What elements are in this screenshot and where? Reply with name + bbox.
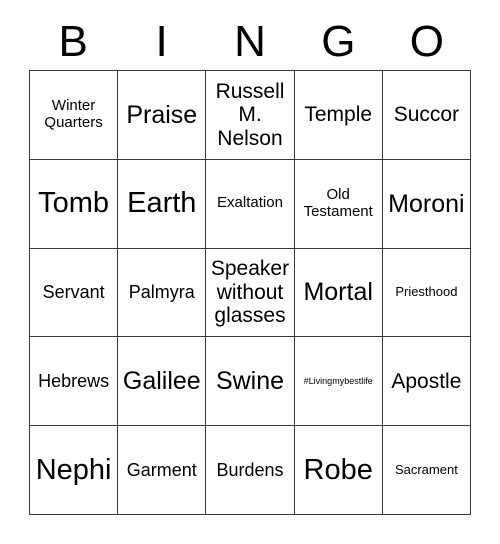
bingo-cell-label: Garment	[126, 460, 197, 481]
bingo-cell[interactable]: Old Testament	[294, 159, 383, 249]
header-letter-o: O	[409, 17, 444, 66]
bingo-cell-label: Apostle	[391, 369, 462, 393]
bingo-cell[interactable]: Earth	[118, 159, 207, 249]
bingo-cell[interactable]: Mortal	[294, 248, 383, 338]
bingo-cell-label: Sacrament	[394, 461, 458, 477]
bingo-grid: Winter Quarters Praise Russell M. Nelson Te…	[29, 70, 471, 515]
bingo-cell-label: Hebrews	[38, 371, 110, 392]
bingo-cell-label: #Livingmybestlife	[303, 376, 373, 387]
header-letter-i: I	[155, 17, 168, 66]
bingo-cell-label: Burdens	[216, 460, 284, 481]
bingo-cell-label: Temple	[304, 103, 373, 127]
bingo-cell-label: Earth	[127, 187, 197, 220]
bingo-cell[interactable]: Exaltation	[206, 159, 295, 249]
bingo-cell[interactable]: Sacrament	[382, 426, 471, 515]
bingo-cell[interactable]: Russell M. Nelson	[206, 71, 295, 160]
bingo-cell[interactable]: Galilee	[118, 337, 207, 427]
bingo-cell[interactable]: Servant	[30, 248, 119, 338]
bingo-cell[interactable]: Succor	[382, 71, 471, 160]
bingo-cell[interactable]: Apostle	[382, 337, 471, 427]
bingo-cell-label: Tomb	[38, 187, 110, 220]
bingo-cell-label: Robe	[303, 453, 373, 486]
bingo-cell-label: Moroni	[388, 189, 465, 218]
bingo-cell-label: Palmyra	[128, 282, 195, 303]
bingo-header-row: B I N G O	[29, 14, 471, 70]
bingo-cell[interactable]: Priesthood	[382, 248, 471, 338]
bingo-cell-label: Galilee	[122, 367, 201, 396]
bingo-cell[interactable]: Nephi	[30, 426, 119, 515]
bingo-cell-label: Succor	[393, 103, 460, 127]
bingo-cell[interactable]: Moroni	[382, 159, 471, 249]
bingo-cell[interactable]: Palmyra	[118, 248, 207, 338]
bingo-cell-label: Nephi	[35, 453, 112, 486]
bingo-cell-label: Mortal	[303, 278, 373, 307]
bingo-cell-label: Swine	[215, 367, 285, 396]
bingo-cell[interactable]: Swine	[206, 337, 295, 427]
header-letter-b: B	[58, 17, 88, 66]
bingo-cell-label: Speaker without glasses	[210, 257, 290, 328]
bingo-cell-label: Russell M. Nelson	[215, 79, 285, 150]
bingo-cell[interactable]: Speaker without glasses	[206, 248, 295, 338]
bingo-card: B I N G O Winter Quarters Praise Russell M…	[0, 0, 500, 544]
bingo-cell[interactable]: Praise	[118, 71, 207, 160]
bingo-cell-label: Servant	[42, 282, 105, 303]
bingo-cell[interactable]: Hebrews	[30, 337, 119, 427]
bingo-cell-label: Winter Quarters	[44, 97, 103, 131]
bingo-cell[interactable]: #Livingmybestlife	[294, 337, 383, 427]
bingo-cell-label: Exaltation	[217, 194, 283, 212]
bingo-cell-label: Praise	[126, 100, 198, 129]
header-letter-n: N	[234, 17, 266, 66]
bingo-cell-label: Priesthood	[395, 284, 458, 300]
bingo-cell[interactable]: Winter Quarters	[30, 71, 119, 160]
bingo-cell[interactable]: Tomb	[30, 159, 119, 249]
bingo-cell[interactable]: Robe	[294, 426, 383, 515]
bingo-cell[interactable]: Garment	[118, 426, 207, 515]
bingo-cell-label: Old Testament	[303, 185, 373, 220]
bingo-cell[interactable]: Temple	[294, 71, 383, 160]
bingo-cell[interactable]: Burdens	[206, 426, 295, 515]
header-letter-g: G	[321, 17, 356, 66]
